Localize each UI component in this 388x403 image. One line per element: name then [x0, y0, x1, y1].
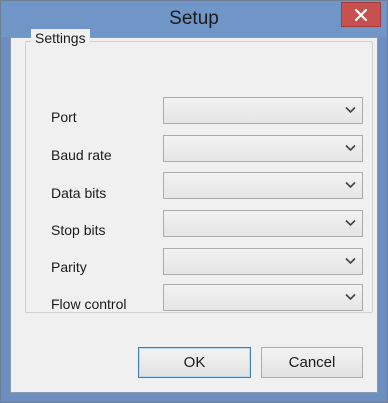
port-label: Port: [51, 109, 77, 125]
stop-bits-select[interactable]: [163, 210, 363, 237]
cancel-button[interactable]: Cancel: [261, 347, 363, 378]
data-bits-select[interactable]: [163, 172, 363, 199]
flow-control-select[interactable]: [163, 284, 363, 311]
chevron-down-icon: [345, 106, 356, 114]
data-bits-label: Data bits: [51, 185, 107, 201]
parity-select[interactable]: [163, 248, 363, 275]
port-select[interactable]: [163, 97, 363, 124]
close-button[interactable]: [341, 2, 381, 27]
chevron-down-icon: [345, 144, 356, 152]
close-icon: [355, 8, 367, 21]
ok-button[interactable]: OK: [138, 347, 251, 378]
chevron-down-icon: [345, 219, 356, 227]
baud-rate-select[interactable]: [163, 135, 363, 162]
flow-control-label: Flow control: [51, 296, 127, 312]
settings-group-label: Settings: [31, 29, 90, 47]
setup-dialog: Setup Settings Port Baud rate Data bits …: [0, 0, 388, 403]
chevron-down-icon: [345, 257, 356, 265]
stop-bits-label: Stop bits: [51, 222, 106, 238]
baud-rate-label: Baud rate: [51, 147, 112, 163]
chevron-down-icon: [345, 181, 356, 189]
chevron-down-icon: [345, 293, 356, 301]
parity-label: Parity: [51, 259, 87, 275]
